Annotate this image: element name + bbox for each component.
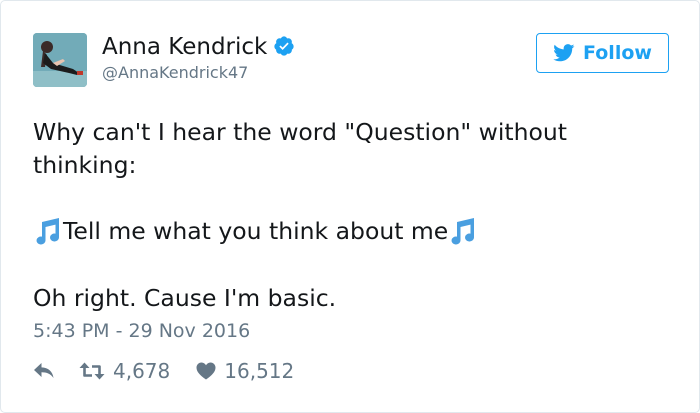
- avatar[interactable]: [33, 33, 87, 87]
- tweet-actions: 4,678 16,512: [33, 357, 294, 385]
- retweet-count: 4,678: [113, 359, 171, 383]
- heart-icon: [196, 362, 216, 380]
- tweet-text-line-2: thinking:: [33, 151, 137, 179]
- music-note-icon: [33, 216, 63, 246]
- follow-button[interactable]: Follow: [536, 33, 669, 73]
- reply-icon: [33, 362, 55, 380]
- verified-badge-icon: [273, 35, 295, 57]
- like-count: 16,512: [224, 359, 295, 383]
- tweet-timestamp[interactable]: 5:43 PM - 29 Nov 2016: [33, 319, 250, 343]
- tweet-text-line-3: Tell me what you think about me: [33, 214, 478, 248]
- twitter-bird-icon: [553, 44, 575, 62]
- tweet-card: Anna Kendrick @AnnaKendrick47 Follow Why…: [0, 0, 700, 413]
- like-button[interactable]: 16,512: [196, 359, 294, 383]
- tweet-text-line-3-content: Tell me what you think about me: [63, 217, 449, 245]
- author-name[interactable]: Anna Kendrick: [102, 33, 295, 61]
- follow-button-label: Follow: [583, 42, 652, 64]
- reply-button[interactable]: [33, 362, 55, 380]
- music-note-icon: [448, 216, 478, 246]
- retweet-button[interactable]: 4,678: [79, 359, 170, 383]
- tweet-text-line-1: Why can't I hear the word "Question" wit…: [33, 118, 567, 146]
- author-name-text[interactable]: Anna Kendrick: [102, 34, 267, 60]
- retweet-icon: [79, 362, 105, 380]
- author-handle[interactable]: @AnnaKendrick47: [102, 63, 248, 83]
- tweet-text-line-4: Oh right. Cause I'm basic.: [33, 284, 337, 312]
